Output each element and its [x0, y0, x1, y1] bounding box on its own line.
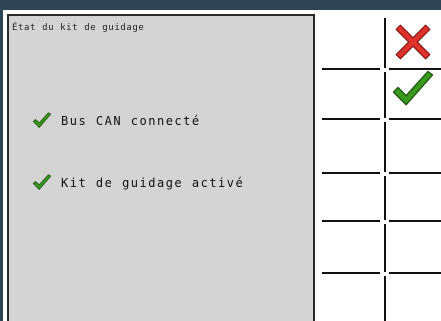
- softkey-divider: [384, 18, 386, 68]
- softkey-divider: [384, 224, 386, 272]
- status-item-label: Bus CAN connecté: [61, 114, 201, 128]
- status-item-can-bus: Bus CAN connecté: [31, 110, 201, 132]
- softkey-divider: [384, 122, 386, 172]
- status-item-guidance-kit: Kit de guidage activé: [31, 172, 244, 194]
- guidance-kit-status-screen: État du kit de guidage Bus CAN connecté …: [0, 0, 441, 321]
- softkey-divider: [384, 72, 386, 118]
- panel-title: État du kit de guidage: [12, 23, 145, 33]
- softkey-divider: [322, 118, 380, 120]
- softkey-divider: [322, 172, 380, 174]
- softkey-bar: [318, 10, 441, 321]
- softkey-divider: [384, 276, 386, 321]
- softkey-divider: [389, 172, 441, 174]
- softkey-divider: [322, 220, 380, 222]
- confirm-button[interactable]: [388, 70, 438, 118]
- softkey-divider: [384, 176, 386, 220]
- check-icon: [392, 70, 434, 106]
- window-frame-top: [0, 0, 441, 10]
- check-icon: [32, 112, 52, 128]
- window-frame-left: [0, 0, 3, 321]
- status-item-label: Kit de guidage activé: [61, 176, 245, 190]
- close-icon: [395, 24, 431, 60]
- softkey-divider: [389, 272, 441, 274]
- softkey-divider: [389, 118, 441, 120]
- guidance-kit-status-panel: État du kit de guidage Bus CAN connecté …: [7, 14, 315, 321]
- softkey-divider: [322, 272, 380, 274]
- softkey-divider: [322, 68, 380, 70]
- cancel-button[interactable]: [388, 16, 438, 68]
- softkey-divider: [389, 220, 441, 222]
- check-icon: [32, 174, 52, 190]
